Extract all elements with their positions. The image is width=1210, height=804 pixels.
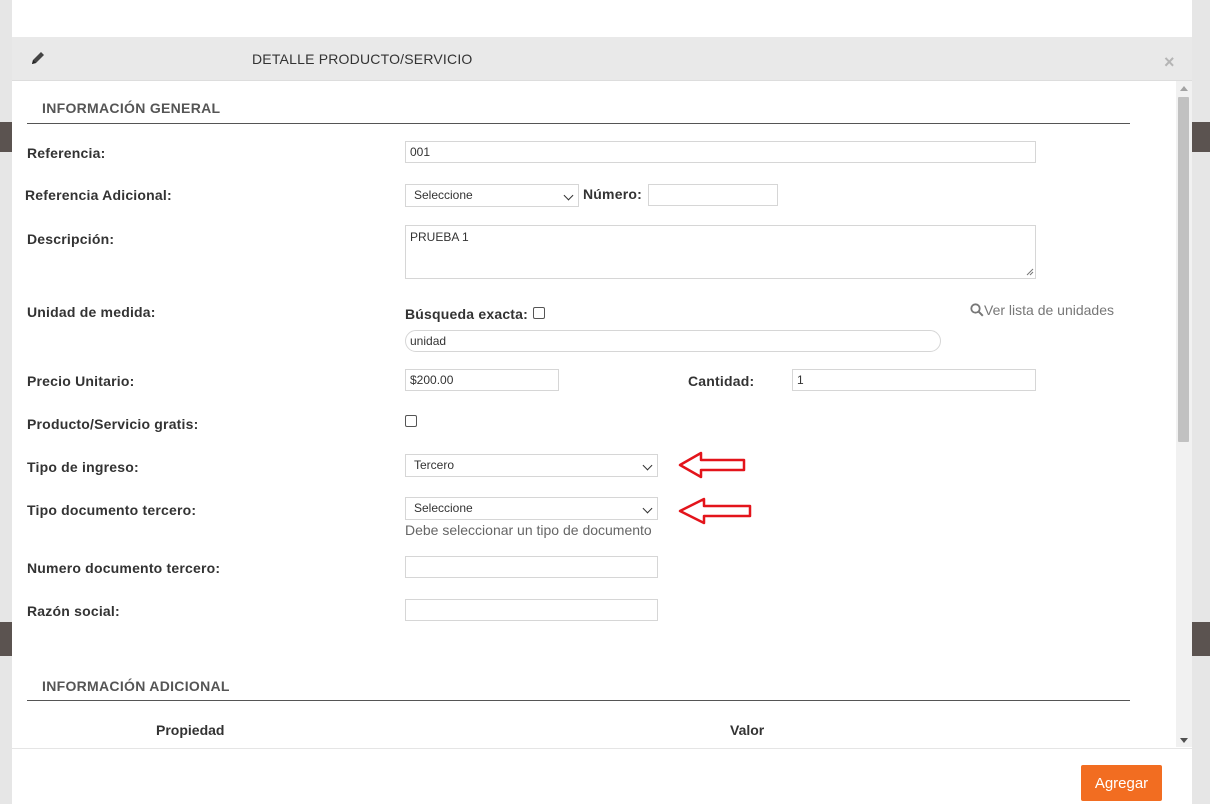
tipo-ingreso-label: Tipo de ingreso:: [27, 459, 139, 475]
section-divider: [27, 123, 1130, 124]
razon-social-label: Razón social:: [27, 603, 120, 619]
busqueda-exacta-checkbox[interactable]: [533, 307, 545, 319]
unidad-input[interactable]: [405, 330, 941, 352]
close-icon[interactable]: ×: [1164, 53, 1175, 71]
referencia-adicional-select[interactable]: Seleccione: [405, 184, 579, 207]
unidad-label: Unidad de medida:: [27, 304, 156, 320]
ver-lista-unidades-text: Ver lista de unidades: [984, 302, 1114, 318]
precio-unitario-input[interactable]: [405, 369, 559, 391]
scrollbar-thumb[interactable]: [1178, 97, 1189, 442]
scroll-down-icon[interactable]: [1180, 738, 1188, 743]
background-bar-right: [1192, 622, 1210, 656]
modal-body: INFORMACIÓN GENERAL Referencia: Referenc…: [12, 81, 1176, 747]
modal-header: DETALLE PRODUCTO/SERVICIO ×: [12, 37, 1192, 81]
referencia-adicional-select-value: Seleccione: [414, 188, 473, 202]
annotation-arrow-icon: [678, 451, 746, 479]
cantidad-input[interactable]: [792, 369, 1036, 391]
numero-documento-input[interactable]: [405, 556, 658, 578]
modal-footer: Agregar: [12, 748, 1192, 804]
modal-scrollbar[interactable]: [1176, 81, 1192, 747]
referencia-label: Referencia:: [27, 145, 106, 161]
section-title-adicional: INFORMACIÓN ADICIONAL: [42, 678, 230, 694]
column-header-propiedad: Propiedad: [156, 722, 225, 738]
annotation-arrow-icon: [678, 497, 752, 525]
pencil-icon: [32, 52, 44, 64]
descripcion-label: Descripción:: [27, 231, 115, 247]
background-bar-left: [0, 622, 12, 656]
referencia-adicional-label: Referencia Adicional:: [25, 187, 172, 203]
section-title-general: INFORMACIÓN GENERAL: [42, 100, 221, 116]
razon-social-input[interactable]: [405, 599, 658, 621]
numero-label: Número:: [583, 186, 642, 202]
background-table-header-left: [0, 122, 12, 152]
modal-title: DETALLE PRODUCTO/SERVICIO: [252, 51, 473, 67]
scroll-up-icon[interactable]: [1180, 86, 1188, 91]
background-table-header-right: [1192, 122, 1210, 152]
search-icon: [970, 303, 984, 317]
tipo-ingreso-select[interactable]: Tercero: [405, 454, 658, 477]
tipo-ingreso-select-value: Tercero: [414, 458, 455, 472]
product-detail-modal: DETALLE PRODUCTO/SERVICIO × INFORMACIÓN …: [12, 0, 1192, 804]
descripcion-textarea[interactable]: PRUEBA 1: [405, 225, 1036, 279]
precio-unitario-label: Precio Unitario:: [27, 373, 135, 389]
tipo-documento-label: Tipo documento tercero:: [27, 502, 197, 518]
busqueda-exacta-label: Búsqueda exacta:: [405, 306, 529, 322]
gratis-label: Producto/Servicio gratis:: [27, 416, 199, 432]
ver-lista-unidades-link[interactable]: Ver lista de unidades: [970, 302, 1114, 318]
cantidad-label: Cantidad:: [688, 373, 755, 389]
gratis-checkbox[interactable]: [405, 415, 417, 427]
resize-grip-icon[interactable]: [1026, 268, 1034, 276]
section-divider: [27, 700, 1130, 701]
tipo-documento-hint: Debe seleccionar un tipo de documento: [405, 522, 652, 538]
chevron-down-icon: [642, 460, 653, 471]
numero-documento-label: Numero documento tercero:: [27, 560, 221, 576]
chevron-down-icon: [642, 503, 653, 514]
chevron-down-icon: [563, 190, 574, 201]
tipo-documento-select-value: Seleccione: [414, 501, 473, 515]
column-header-valor: Valor: [730, 722, 765, 738]
agregar-button[interactable]: Agregar: [1081, 765, 1162, 801]
tipo-documento-select[interactable]: Seleccione: [405, 497, 658, 520]
referencia-input[interactable]: [405, 141, 1036, 163]
numero-input[interactable]: [648, 184, 778, 206]
